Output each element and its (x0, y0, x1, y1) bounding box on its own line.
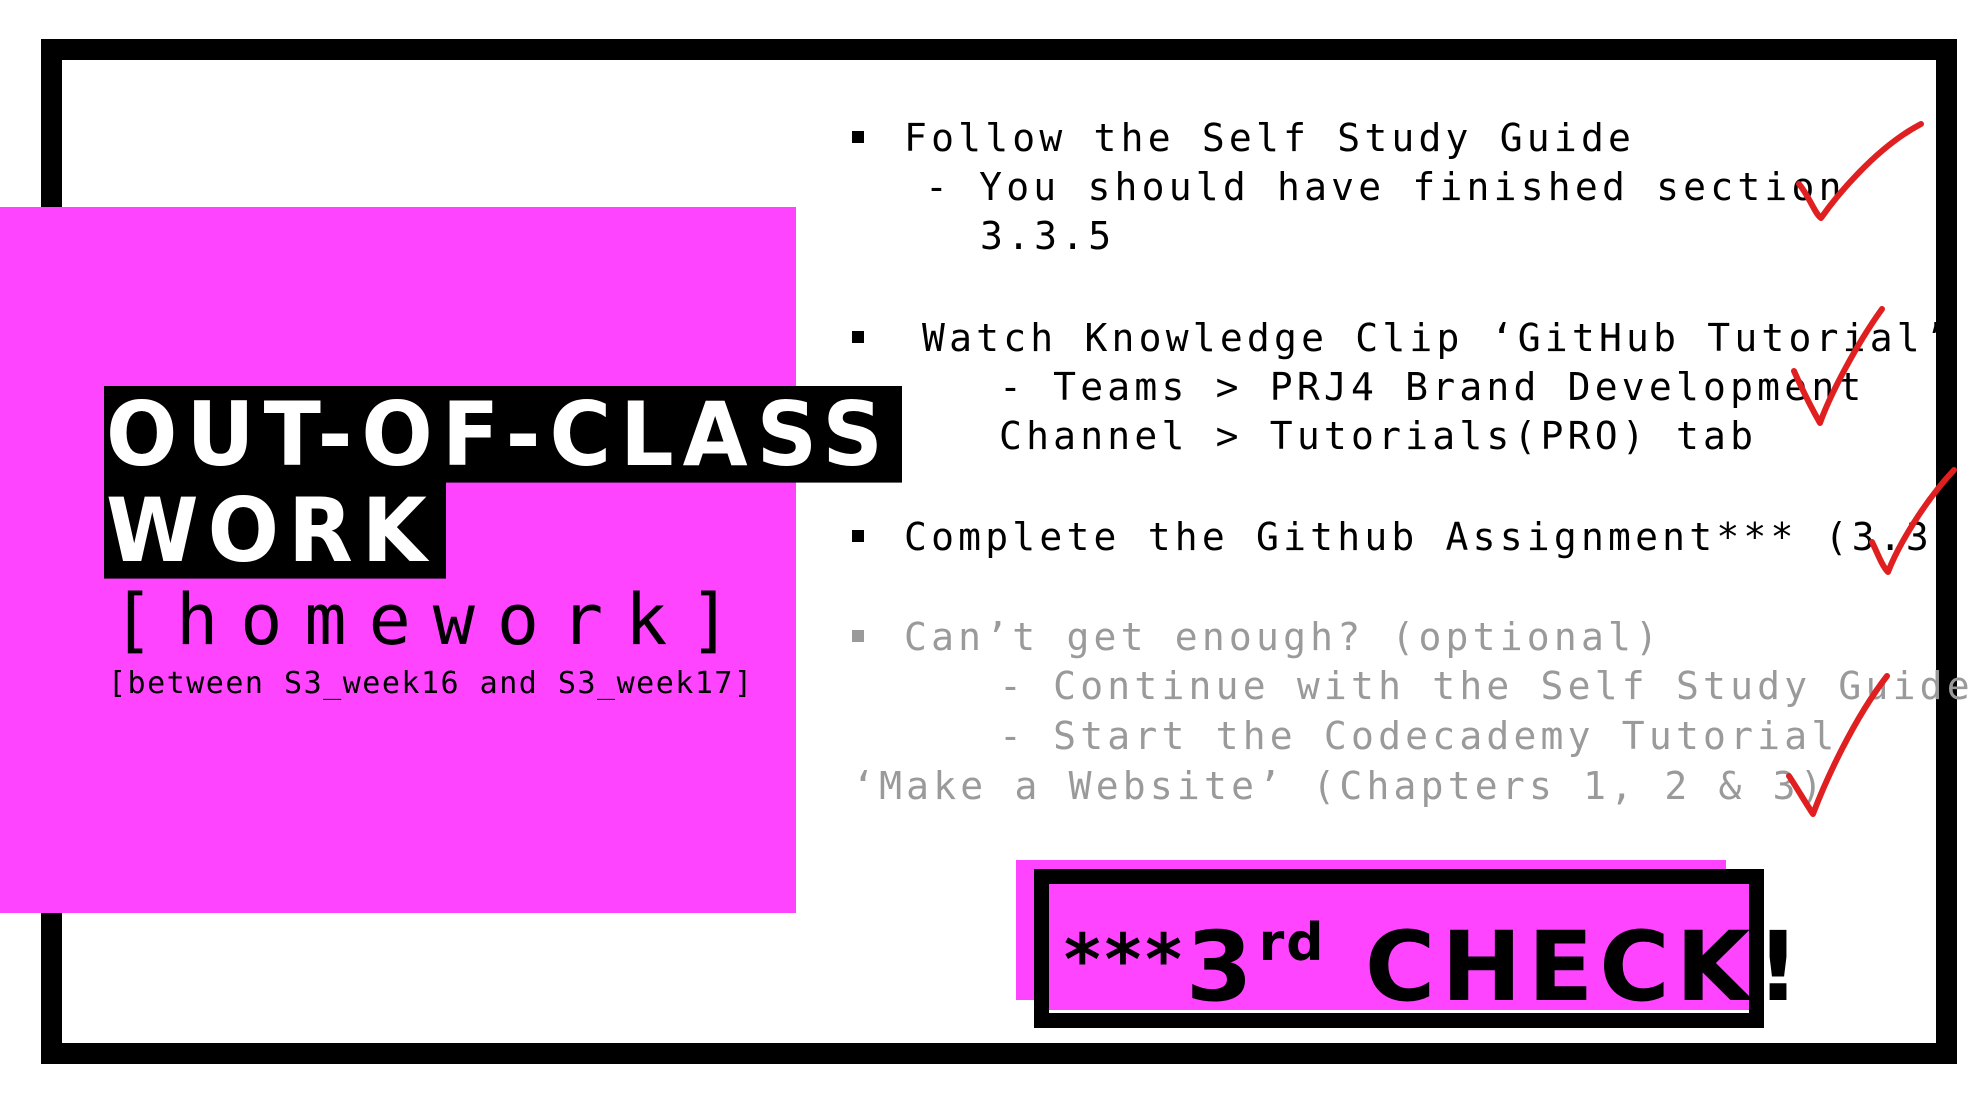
task-3-label: Complete the Github Assignment*** (3.3) (904, 515, 1961, 559)
bullet-icon (852, 530, 864, 542)
bullet-icon (852, 630, 864, 642)
third-check-badge: ***3rd CHECK! (1064, 888, 1806, 1022)
badge-ordinal: rd (1258, 913, 1326, 973)
task-4-sub-3: ‘Make a Website’ (Chapters 1, 2 & 3) (852, 764, 1827, 808)
task-2-sub-2: Channel > Tutorials(PRO) tab (999, 414, 1758, 458)
task-4-sub-2: - Start the Codecademy Tutorial (999, 714, 1839, 758)
task-2-sub-1: - Teams > PRJ4 Brand Development (999, 365, 1866, 409)
task-4-label: Can’t get enough? (optional) (904, 615, 1663, 659)
title-line-1: OUT-OF-CLASS (104, 386, 902, 483)
bullet-icon (852, 131, 864, 143)
date-range: [between S3_week16 and S3_week17] (108, 666, 754, 701)
checkmark-icon (1791, 306, 1885, 426)
task-1-label: Follow the Self Study Guide (904, 116, 1636, 160)
homework-subtitle: [homework] (112, 579, 754, 661)
checkmark-icon (1796, 121, 1924, 221)
task-1-sub-2: 3.3.5 (980, 214, 1116, 258)
badge-number: 3 (1185, 911, 1259, 1023)
checkmark-icon (1869, 467, 1957, 575)
bullet-icon (852, 331, 864, 343)
badge-stars: *** (1064, 919, 1186, 1001)
task-1-sub-1: - You should have finished section (925, 165, 1846, 209)
checkmark-icon (1786, 673, 1890, 817)
title-line-2: WORK (104, 482, 446, 579)
badge-word: CHECK! (1364, 911, 1806, 1023)
